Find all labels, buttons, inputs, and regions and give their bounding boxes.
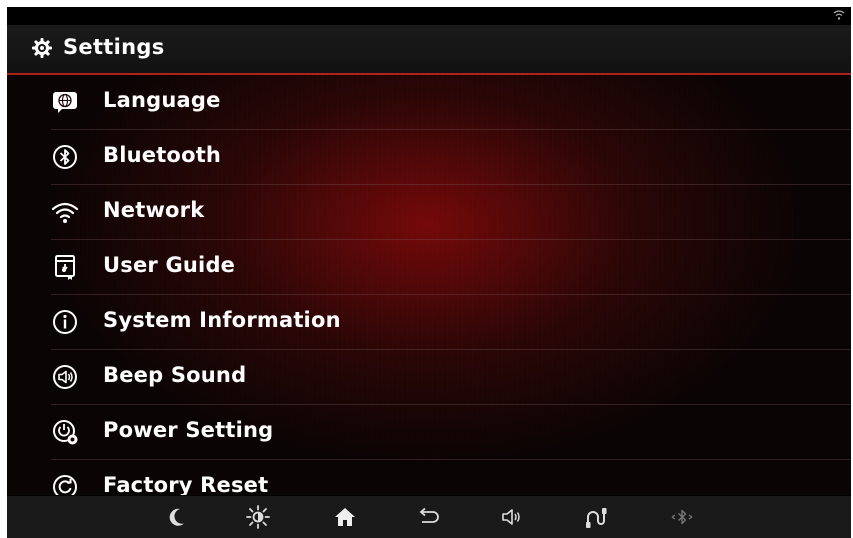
bluetooth-icon — [53, 145, 77, 169]
reset-icon — [53, 475, 77, 495]
back-icon[interactable] — [414, 504, 440, 530]
menu-item-label: Network — [103, 198, 205, 222]
menu-item-label: Bluetooth — [103, 143, 222, 167]
gear-icon — [32, 38, 52, 58]
home-icon[interactable] — [332, 504, 358, 530]
volume-icon[interactable] — [499, 504, 525, 530]
menu-item-label: User Guide — [103, 253, 236, 277]
phone-projection-icon[interactable] — [584, 504, 610, 530]
menu-item-beep-sound[interactable]: Beep Sound — [51, 350, 851, 405]
moon-icon[interactable] — [165, 504, 191, 530]
menu-item-label: System Information — [103, 308, 341, 332]
menu-item-user-guide[interactable]: User Guide — [51, 240, 851, 295]
user-guide-icon — [55, 255, 75, 280]
menu-item-factory-reset[interactable]: Factory Reset — [51, 460, 851, 495]
settings-list: Language Bluetooth Network User Guide Sy… — [7, 75, 851, 495]
brightness-icon[interactable] — [245, 504, 271, 530]
menu-item-label: Factory Reset — [103, 473, 269, 495]
header: Settings — [7, 25, 851, 75]
wifi-signal-icon — [833, 10, 845, 20]
speaker-icon — [53, 365, 77, 389]
power-setting-icon — [53, 420, 78, 445]
menu-item-label: Beep Sound — [103, 363, 247, 387]
menu-item-bluetooth[interactable]: Bluetooth — [51, 130, 851, 185]
menu-item-language[interactable]: Language — [51, 75, 851, 130]
menu-item-system-information[interactable]: System Information — [51, 295, 851, 350]
page-title: Settings — [63, 35, 165, 59]
menu-item-label: Power Setting — [103, 418, 274, 442]
menu-item-power-setting[interactable]: Power Setting — [51, 405, 851, 460]
status-bar — [7, 7, 851, 25]
menu-item-network[interactable]: Network — [51, 185, 851, 240]
wifi-icon — [51, 202, 79, 223]
bluetooth-disabled-icon[interactable] — [669, 504, 695, 530]
info-icon — [53, 310, 77, 334]
globe-chat-icon — [53, 92, 77, 113]
settings-screen: Settings Language Bluetooth Network User… — [7, 7, 851, 538]
menu-item-label: Language — [103, 88, 221, 112]
bottom-navigation-bar — [7, 495, 851, 538]
